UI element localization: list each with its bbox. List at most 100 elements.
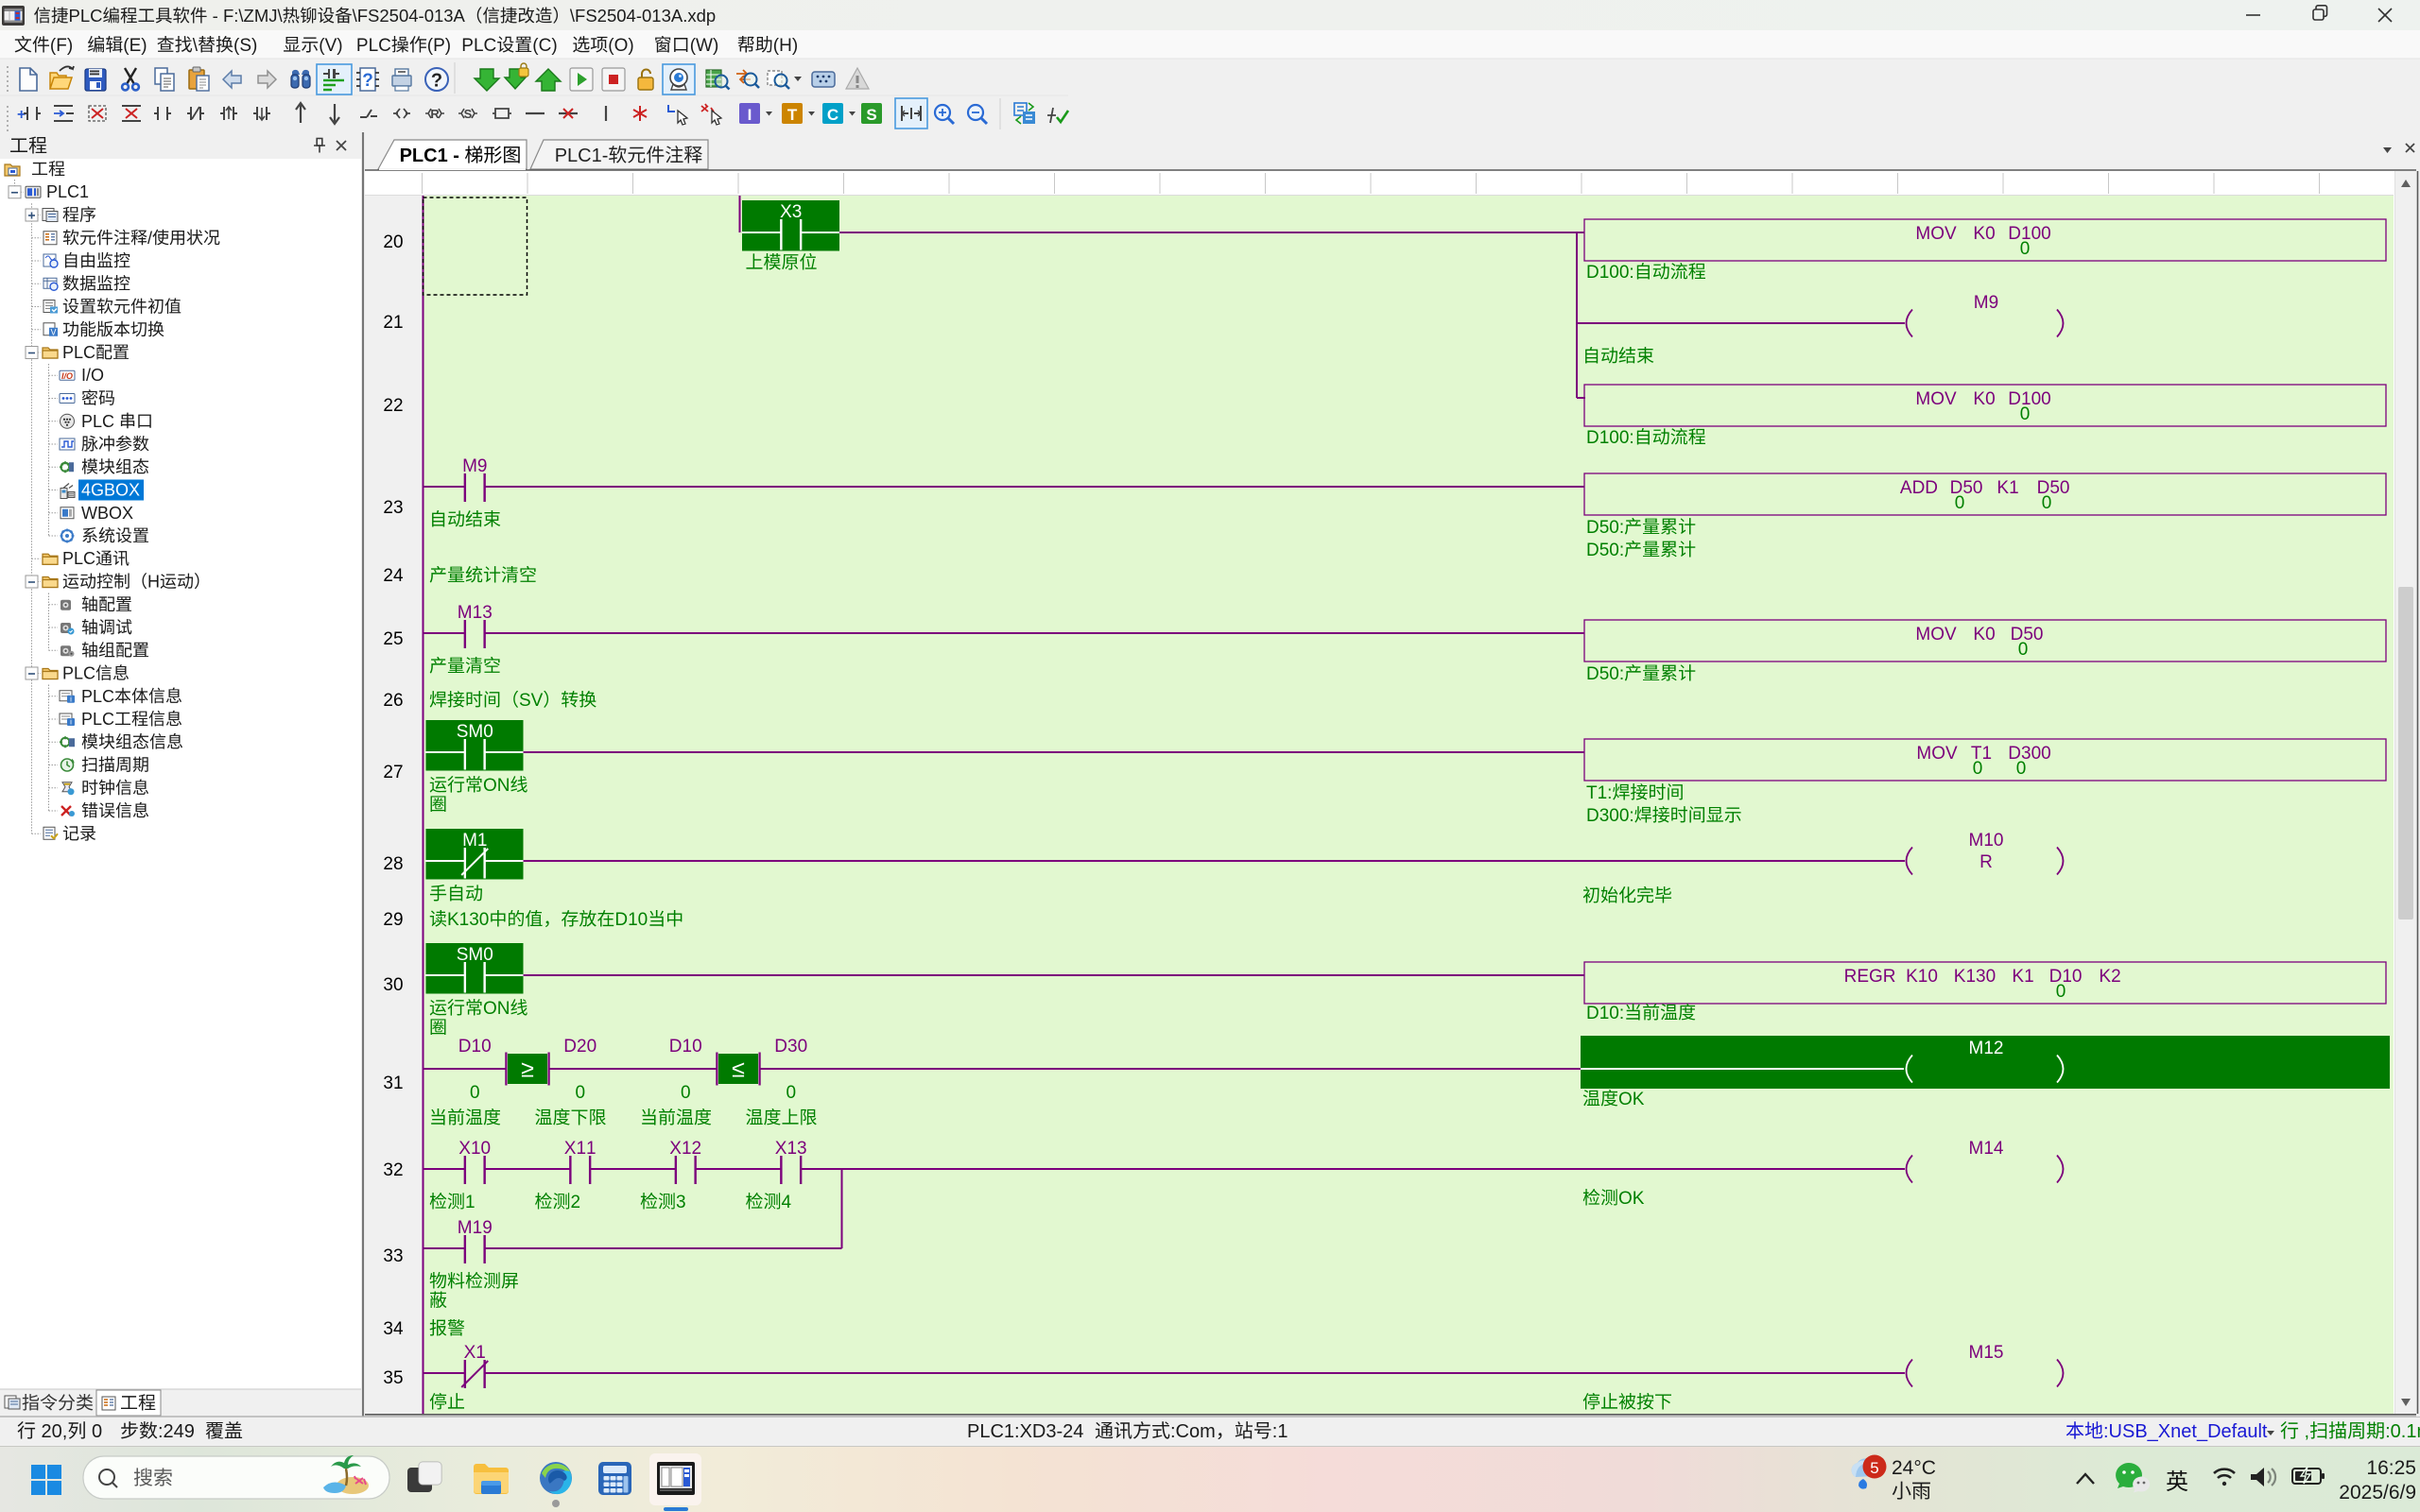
svg-text:0: 0 — [2020, 239, 2031, 259]
svg-text:ON: ON — [483, 776, 510, 796]
svg-text:PLC: PLC — [81, 710, 114, 729]
svg-text:2: 2 — [571, 1193, 581, 1212]
svg-text:34: 34 — [383, 1319, 404, 1339]
svg-text:M14: M14 — [1969, 1139, 2004, 1159]
svg-text:D100:: D100: — [1586, 263, 1634, 283]
svg-text:25: 25 — [383, 629, 403, 649]
svg-text:0: 0 — [1955, 493, 1965, 513]
svg-text::249: :249 — [158, 1421, 205, 1442]
svg-text:PLC: PLC — [461, 36, 496, 56]
svg-text:K1: K1 — [2012, 967, 2033, 987]
svg-text:2025/6/9: 2025/6/9 — [2339, 1482, 2416, 1503]
svg-text:i: i — [70, 695, 72, 703]
svg-text:(H): (H) — [773, 36, 798, 56]
svg-text:29: 29 — [383, 910, 403, 930]
svg-text:26: 26 — [383, 691, 403, 711]
svg-text:X12: X12 — [669, 1139, 701, 1159]
svg-text:M13: M13 — [458, 603, 493, 623]
svg-text:X13: X13 — [775, 1139, 807, 1159]
svg-text:PLC: PLC — [62, 549, 95, 568]
svg-text:ADD: ADD — [1900, 478, 1938, 498]
svg-text:+: + — [17, 107, 26, 123]
svg-text:PLC: PLC — [81, 687, 114, 706]
svg-text::Com: :Com — [1170, 1421, 1216, 1442]
svg-text:S: S — [866, 106, 876, 124]
svg-text:0: 0 — [1973, 759, 1983, 779]
svg-text:C: C — [827, 106, 838, 124]
svg-text::USB_Xnet_Default: :USB_Xnet_Default — [2103, 1421, 2268, 1442]
svg-text:4GBOX: 4GBOX — [81, 481, 140, 500]
svg-text:(P): (P) — [427, 36, 451, 56]
svg-text:R: R — [430, 107, 440, 121]
svg-text:D100:: D100: — [1586, 428, 1634, 448]
svg-text:T: T — [787, 106, 798, 124]
svg-text:?: ? — [431, 71, 442, 92]
svg-text:D50:: D50: — [1586, 541, 1624, 560]
svg-text:(C): (C) — [532, 36, 557, 56]
svg-text:24: 24 — [383, 566, 404, 586]
svg-text:/: / — [147, 229, 152, 248]
svg-text:PLC: PLC — [356, 36, 391, 56]
svg-text:35: 35 — [383, 1368, 403, 1388]
svg-text:0: 0 — [681, 1083, 691, 1103]
svg-text:(O): (O) — [608, 36, 633, 56]
svg-text:28: 28 — [383, 854, 403, 874]
svg-text:5: 5 — [1870, 1459, 1878, 1477]
svg-text:D10: D10 — [614, 910, 648, 930]
svg-text:(F): (F) — [50, 36, 73, 56]
svg-text:0: 0 — [2016, 759, 2027, 779]
svg-text:≤: ≤ — [732, 1057, 745, 1083]
svg-text:24°C: 24°C — [1892, 1457, 1936, 1479]
svg-text:0: 0 — [86, 1421, 102, 1442]
svg-text:SM0: SM0 — [457, 945, 493, 965]
svg-text:20,: 20, — [36, 1421, 67, 1442]
svg-text:PLC1 -: PLC1 - — [400, 146, 465, 166]
svg-text:SV: SV — [519, 691, 544, 711]
svg-text:K0: K0 — [1973, 625, 1995, 644]
svg-text:M9: M9 — [462, 456, 487, 476]
svg-text:0: 0 — [2042, 493, 2052, 513]
svg-text:0: 0 — [2056, 982, 2066, 1002]
svg-text:I: I — [748, 106, 752, 124]
svg-text:D20: D20 — [563, 1037, 596, 1057]
svg-text:30: 30 — [383, 975, 403, 995]
svg-text:M12: M12 — [1969, 1039, 2004, 1058]
svg-text:M1: M1 — [462, 831, 487, 850]
svg-text:27: 27 — [383, 763, 403, 782]
svg-text:REGR: REGR — [1844, 967, 1896, 987]
svg-text:23: 23 — [383, 498, 403, 518]
svg-text::0.1m: :0.1m — [2385, 1421, 2420, 1442]
svg-text:K0: K0 — [1973, 389, 1995, 409]
svg-text:i: i — [70, 718, 72, 727]
svg-text:D300: D300 — [2008, 744, 2050, 764]
svg-text:D10: D10 — [669, 1037, 702, 1057]
svg-text:0: 0 — [2020, 404, 2031, 424]
svg-text:D300:: D300: — [1586, 806, 1634, 826]
svg-text:ON: ON — [483, 999, 510, 1019]
svg-text:OK: OK — [1618, 1189, 1645, 1209]
svg-text::1: :1 — [1272, 1421, 1288, 1442]
svg-text:22: 22 — [383, 396, 403, 416]
svg-text:M9: M9 — [1974, 293, 1998, 313]
svg-text:(V): (V) — [319, 36, 342, 56]
svg-text:SM0: SM0 — [457, 722, 493, 742]
svg-text:0: 0 — [470, 1083, 480, 1103]
svg-text:K0: K0 — [1973, 224, 1995, 244]
svg-text:X10: X10 — [458, 1139, 491, 1159]
svg-text:PLC: PLC — [62, 664, 95, 683]
svg-text:K2: K2 — [2099, 967, 2120, 987]
svg-text:WBOX: WBOX — [81, 504, 133, 523]
svg-text:0: 0 — [2018, 640, 2029, 660]
svg-text:- F:\ZMJ\: - F:\ZMJ\ — [208, 6, 284, 26]
svg-text:≥: ≥ — [521, 1057, 534, 1083]
svg-text:0: 0 — [576, 1083, 586, 1103]
svg-text:33: 33 — [383, 1246, 403, 1266]
svg-text:D10: D10 — [458, 1037, 492, 1057]
svg-text:PLC1: PLC1 — [46, 182, 89, 201]
svg-text:MOV: MOV — [1915, 625, 1957, 644]
svg-text:V: V — [50, 327, 56, 336]
svg-text:,: , — [2299, 1421, 2309, 1442]
svg-text:S: S — [464, 107, 473, 121]
svg-text:MOV: MOV — [1916, 744, 1958, 764]
svg-text:D50:: D50: — [1586, 664, 1624, 684]
